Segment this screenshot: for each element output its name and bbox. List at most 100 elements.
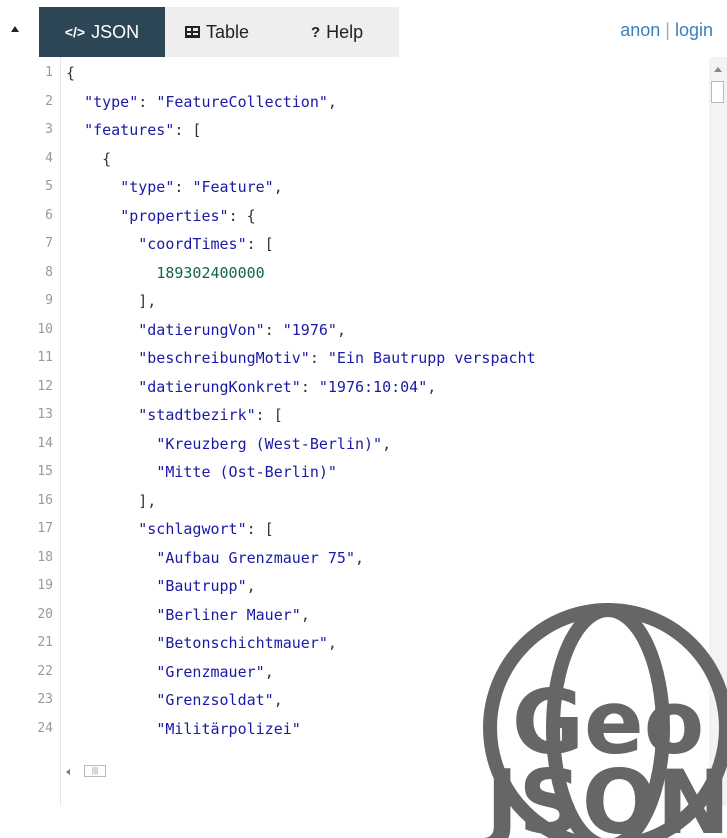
vertical-scrollbar[interactable] xyxy=(709,57,727,806)
scroll-left-icon[interactable] xyxy=(66,769,70,775)
json-punctuation: : [ xyxy=(255,406,283,424)
code-text: "schlagwort": [ xyxy=(66,515,273,543)
tab-json-label: JSON xyxy=(91,21,140,42)
code-text: "datierungVon": "1976", xyxy=(66,316,346,344)
code-text: "properties": { xyxy=(66,202,256,230)
json-punctuation xyxy=(66,321,138,339)
line-number: 10 xyxy=(37,321,53,337)
line-number: 18 xyxy=(37,549,53,565)
json-punctuation: : xyxy=(300,377,319,396)
json-punctuation xyxy=(66,178,120,196)
json-punctuation: , xyxy=(336,320,346,339)
line-number: 16 xyxy=(37,492,53,508)
json-punctuation xyxy=(66,121,84,139)
json-key: "datierungKonkret" xyxy=(138,377,301,396)
json-string: "Grenzmauer" xyxy=(156,662,265,681)
code-text: "Militärpolizei" xyxy=(66,715,301,743)
collapse-arrow-icon[interactable] xyxy=(11,26,19,32)
line-number: 2 xyxy=(45,93,53,109)
line-number: 7 xyxy=(45,236,53,251)
code-text: "Betonschichtmauer", xyxy=(66,629,337,657)
line-number: 14 xyxy=(37,435,53,451)
json-punctuation: : xyxy=(309,349,328,367)
json-key: "properties" xyxy=(120,206,229,225)
json-punctuation: : { xyxy=(228,206,256,225)
line-number: 12 xyxy=(37,378,53,394)
scroll-up-icon[interactable] xyxy=(714,67,722,72)
code-text: "type": "FeatureCollection", xyxy=(66,88,337,116)
code-text: "Bautrupp", xyxy=(66,572,255,600)
code-text: "Berliner Mauer", xyxy=(66,601,310,629)
vertical-scroll-thumb[interactable] xyxy=(711,81,724,103)
json-punctuation: : xyxy=(138,92,157,111)
json-punctuation: , xyxy=(355,548,365,567)
json-punctuation xyxy=(66,463,156,481)
json-key: "type" xyxy=(84,92,139,111)
line-number: 11 xyxy=(37,350,53,365)
line-number: 6 xyxy=(45,207,53,223)
code-text: { xyxy=(66,59,75,87)
anon-link[interactable]: anon xyxy=(620,20,660,40)
json-punctuation: : [ xyxy=(246,235,274,253)
code-text: { xyxy=(66,145,111,173)
auth-links: anon | login xyxy=(620,20,713,41)
json-punctuation: , xyxy=(273,178,283,196)
line-number: 23 xyxy=(37,692,53,707)
json-editor[interactable]: 1 {2 "type": "FeatureCollection", 3 "featu… xyxy=(0,57,727,806)
code-icon: </> xyxy=(64,24,86,40)
json-punctuation xyxy=(66,577,156,595)
json-key: "coordTimes" xyxy=(138,235,247,253)
json-string: "Ein Bautrupp verspacht xyxy=(327,349,536,367)
json-punctuation: : [ xyxy=(174,121,202,139)
code-text: "type": "Feature", xyxy=(66,173,283,201)
json-punctuation xyxy=(66,264,156,282)
top-bar: </> JSON Table ? Help anon | login xyxy=(0,0,727,57)
line-number: 9 xyxy=(45,293,53,308)
code-text: ], xyxy=(66,287,156,315)
json-punctuation: , xyxy=(427,377,437,396)
code-text: "Grenzmauer", xyxy=(66,658,273,686)
line-number: 4 xyxy=(45,150,53,166)
json-key: "stadtbezirk" xyxy=(138,406,256,424)
json-punctuation: , xyxy=(382,434,392,453)
line-number: 8 xyxy=(45,264,53,280)
json-punctuation xyxy=(66,606,156,624)
json-punctuation xyxy=(66,207,120,225)
code-text: 189302400000 xyxy=(66,259,264,287)
code-text: "coordTimes": [ xyxy=(66,230,274,258)
json-string: "1976" xyxy=(282,320,337,339)
json-punctuation xyxy=(66,235,138,253)
json-string: "Feature" xyxy=(192,178,274,196)
json-key: "type" xyxy=(120,178,175,196)
tab-json[interactable]: </> JSON xyxy=(39,7,165,57)
line-number: 17 xyxy=(37,521,53,536)
json-string: "Betonschichtmauer" xyxy=(156,634,328,652)
tab-table[interactable]: Table xyxy=(185,7,249,57)
json-punctuation: , xyxy=(327,634,337,652)
json-punctuation: ], xyxy=(66,491,157,510)
line-number: 13 xyxy=(37,407,53,422)
json-punctuation xyxy=(66,520,138,538)
code-text: "stadtbezirk": [ xyxy=(66,401,283,429)
json-key: "datierungVon" xyxy=(138,320,265,339)
code-text: "Kreuzberg (West-Berlin)", xyxy=(66,430,391,458)
line-number: 15 xyxy=(37,464,53,479)
json-punctuation: : xyxy=(174,178,193,196)
json-key: "features" xyxy=(84,121,175,139)
line-number: 5 xyxy=(45,179,53,194)
code-text: "Aufbau Grenzmauer 75", xyxy=(66,544,364,572)
json-string: "Mitte (Ost-Berlin)" xyxy=(156,463,337,481)
json-punctuation: { xyxy=(66,64,76,82)
json-string: "Bautrupp" xyxy=(156,577,247,595)
json-punctuation: , xyxy=(327,92,337,111)
json-string: "Kreuzberg (West-Berlin)" xyxy=(156,434,383,453)
json-punctuation xyxy=(66,406,138,424)
login-link[interactable]: login xyxy=(675,20,713,40)
horizontal-scroll-thumb[interactable]: ||| xyxy=(84,765,106,777)
json-string: "Berliner Mauer" xyxy=(156,605,301,624)
tab-help[interactable]: ? Help xyxy=(311,7,363,57)
json-punctuation xyxy=(66,93,84,111)
horizontal-scrollbar[interactable]: ||| xyxy=(60,763,120,781)
auth-separator: | xyxy=(665,20,670,40)
code-text: "beschreibungMotiv": "Ein Bautrupp versp… xyxy=(66,344,536,372)
